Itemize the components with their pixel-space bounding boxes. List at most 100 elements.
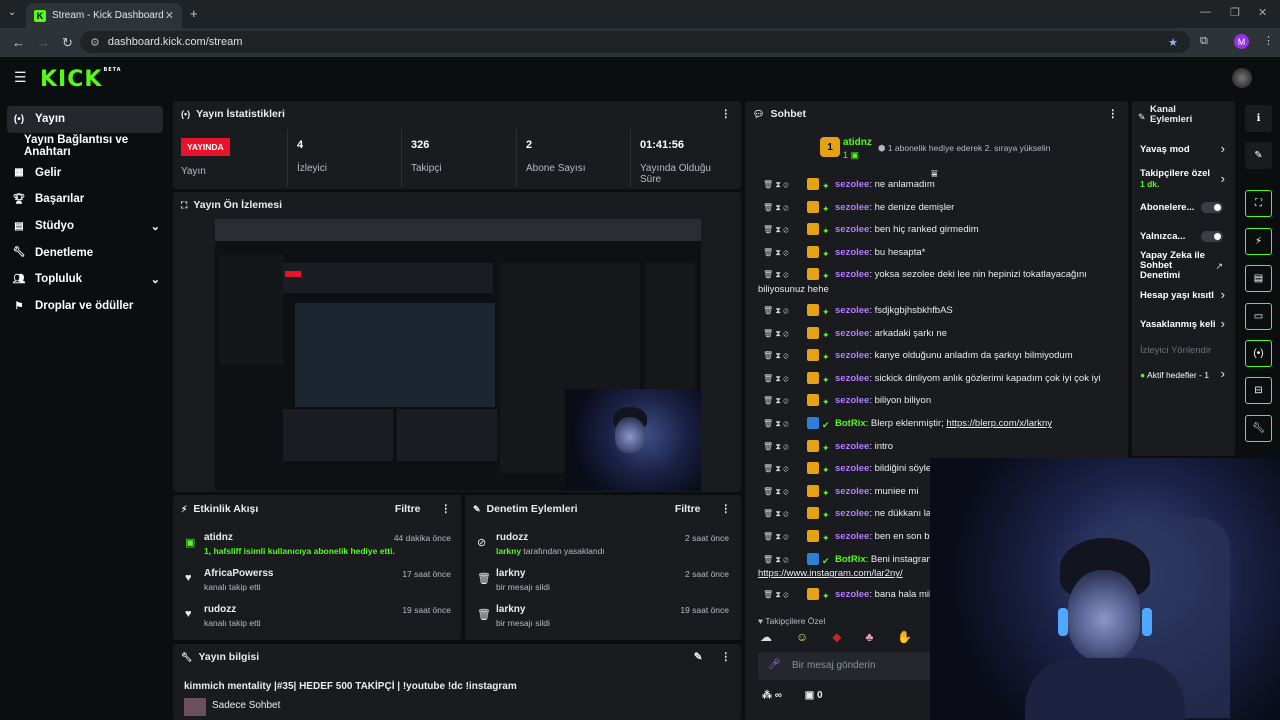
mod-tools-icon[interactable]: 🗑︎ ⧗ ⊘ — [763, 304, 788, 318]
action-subscribers-only[interactable]: Abonelere... — [1140, 202, 1194, 213]
emote-icon[interactable]: ♣ — [866, 630, 898, 644]
chat-username[interactable]: sezolee — [835, 463, 869, 474]
fullscreen-icon[interactable]: ⛶ — [1245, 190, 1272, 217]
profile-avatar[interactable]: M — [1234, 34, 1249, 49]
external-link-icon[interactable]: ↗ — [1215, 261, 1223, 272]
action-emotes-only[interactable]: Yalnızca... — [1140, 231, 1185, 242]
emote-icon[interactable]: ☺ — [796, 630, 832, 644]
back-icon[interactable]: ← — [12, 35, 25, 50]
mod-tools-icon[interactable]: 🗑︎ ⧗ ⊘ — [763, 178, 788, 192]
more-options-icon[interactable]: ⋮ — [721, 651, 732, 663]
mod-tools-icon[interactable]: 🗑︎ ⧗ ⊘ — [763, 349, 788, 363]
lightning-icon[interactable]: ⚡︎ — [1245, 228, 1272, 255]
mod-tools-icon[interactable]: 🗑︎ ⧗ ⊘ — [763, 417, 788, 431]
mod-tools-icon[interactable]: 🗑︎ ⧗ ⊘ — [763, 507, 788, 521]
action-account-age[interactable]: Hesap yaşı kısıtl — [1140, 290, 1214, 301]
extensions-icon[interactable]: ⧉ — [1200, 35, 1208, 48]
chat-username[interactable]: sezolee — [835, 589, 869, 600]
mod-tools-icon[interactable]: 🗑︎ ⧗ ⊘ — [763, 327, 788, 341]
sidebar-item-basarilar[interactable]: 🏆︎ Başarılar — [0, 186, 170, 213]
edit-icon[interactable]: ✎ — [1245, 142, 1272, 169]
chat-link[interactable]: https://blerp.com/x/larkny — [946, 418, 1052, 429]
mod-tools-icon[interactable]: 🗑︎ ⧗ ⊘ — [763, 201, 788, 215]
url-field[interactable]: ⚙ dashboard.kick.com/stream ★ — [80, 31, 1190, 53]
close-window-icon[interactable]: ✕ — [1258, 6, 1267, 19]
kick-logo[interactable]: KICKBETA — [40, 67, 122, 92]
chat-username[interactable]: sezolee — [835, 441, 869, 452]
sidebar-item-yayin[interactable]: (•) Yayın — [7, 106, 163, 133]
chat-username[interactable]: BotRix — [835, 418, 866, 429]
chat-username[interactable]: sezolee — [835, 350, 869, 361]
chevron-right-icon[interactable]: › — [1221, 141, 1225, 156]
more-options-icon[interactable]: ⋮ — [1108, 108, 1119, 120]
emote-icon[interactable]: ◆ — [832, 630, 865, 644]
mod-tools-icon[interactable]: 🗑︎ ⧗ ⊘ — [763, 530, 788, 544]
mod-tools-icon[interactable]: 🗑︎ ⧗ ⊘ — [763, 372, 788, 386]
pinned-user[interactable]: atidnz — [843, 137, 872, 148]
microphone-icon[interactable]: 🎤︎ — [768, 659, 781, 670]
chevron-right-icon[interactable]: › — [1221, 366, 1225, 381]
emotes-only-toggle[interactable] — [1201, 231, 1223, 242]
mod-tools-icon[interactable]: 🗑︎ ⧗ ⊘ — [763, 588, 788, 602]
chat-username[interactable]: sezolee — [835, 531, 869, 542]
site-info-icon[interactable]: ⚙ — [90, 36, 100, 49]
maximize-icon[interactable]: ❐ — [1230, 6, 1240, 19]
broadcast-icon[interactable]: (•) — [1245, 340, 1272, 367]
chat-username[interactable]: sezolee — [835, 269, 869, 280]
chat-username[interactable]: sezolee — [835, 202, 869, 213]
forward-icon[interactable]: → — [37, 35, 50, 50]
wrench-icon[interactable]: 🔧︎ — [1245, 415, 1272, 442]
layout-icon[interactable]: ⊟ — [1245, 377, 1272, 404]
close-tab-icon[interactable]: ✕ — [165, 9, 174, 22]
chat-username[interactable]: sezolee — [835, 508, 869, 519]
stream-preview-video[interactable] — [215, 219, 701, 491]
hamburger-menu-icon[interactable]: ☰ — [14, 69, 27, 86]
sidebar-item-denetleme[interactable]: 🔧︎ Denetleme — [0, 239, 170, 266]
gift-icon[interactable]: ⁂ — [762, 690, 772, 701]
category-name[interactable]: Sadece Sohbet — [212, 700, 280, 711]
action-banned-words[interactable]: Yasaklanmış keli — [1140, 319, 1216, 330]
minimize-icon[interactable]: — — [1200, 6, 1211, 18]
sub-gift-icon[interactable]: ▣ — [805, 690, 814, 701]
browser-tab[interactable]: K Stream - Kick Dashboard ✕ — [26, 3, 182, 28]
chat-username[interactable]: sezolee — [835, 395, 869, 406]
reload-icon[interactable]: ↻ — [62, 35, 73, 51]
chat-username[interactable]: sezolee — [835, 328, 869, 339]
sidebar-item-topluluk[interactable]: 👥︎ Topluluk ⌄ — [0, 266, 170, 293]
mod-tools-icon[interactable]: 🗑︎ ⧗ ⊘ — [763, 462, 788, 476]
more-options-icon[interactable]: ⋮ — [721, 503, 732, 515]
chat-username[interactable]: sezolee — [835, 224, 869, 235]
filter-button[interactable]: Filtre — [675, 503, 701, 515]
more-options-icon[interactable]: ⋮ — [441, 503, 452, 515]
action-followers-only[interactable]: Takipçilere özel 1 dk. — [1140, 168, 1210, 190]
mod-tools-icon[interactable]: 🗑︎ ⧗ ⊘ — [763, 485, 788, 499]
chat-username[interactable]: sezolee — [835, 373, 869, 384]
action-active-goals[interactable]: ● Aktif hedefler - 1 — [1140, 370, 1209, 380]
action-slow-mode[interactable]: Yavaş mod — [1140, 144, 1190, 155]
sidebar-item-studyo[interactable]: ▤ Stüdyo ⌄ — [0, 213, 170, 240]
chat-username[interactable]: sezolee — [835, 179, 869, 190]
subscribers-only-toggle[interactable] — [1201, 202, 1223, 213]
new-tab-icon[interactable]: + — [190, 6, 198, 21]
emote-icon[interactable]: ☁ — [760, 630, 796, 644]
chat-username[interactable]: sezolee — [835, 486, 869, 497]
mod-tools-icon[interactable]: 🗑︎ ⧗ ⊘ — [763, 268, 788, 282]
bookmark-star-icon[interactable]: ★ — [1168, 36, 1178, 49]
chat-username[interactable]: sezolee — [835, 247, 869, 258]
more-options-icon[interactable]: ⋮ — [721, 108, 732, 120]
filter-button[interactable]: Filtre — [395, 503, 421, 515]
mod-tools-icon[interactable]: 🗑︎ ⧗ ⊘ — [763, 440, 788, 454]
mod-tools-icon[interactable]: 🗑︎ ⧗ ⊘ — [763, 246, 788, 260]
info-icon[interactable]: ℹ — [1245, 105, 1272, 132]
sidebar-item-stream-key[interactable]: Yayın Bağlantısı ve Anahtarı — [0, 133, 170, 160]
chevron-right-icon[interactable]: › — [1221, 171, 1225, 186]
sidebar-item-droplar[interactable]: ⚑ Droplar ve ödüller — [0, 293, 170, 320]
tab-list-chevron-icon[interactable]: ⌄ — [8, 7, 16, 18]
edit-icon[interactable]: ✎ — [694, 651, 703, 663]
mod-tools-icon[interactable]: 🗑︎ ⧗ ⊘ — [763, 223, 788, 237]
chat-username[interactable]: BotRix — [835, 554, 866, 565]
chat-input[interactable]: 🎤︎ Bir mesaj gönderin — [758, 652, 938, 680]
mod-tools-icon[interactable]: 🗑︎ ⧗ ⊘ — [763, 394, 788, 408]
document-icon[interactable]: ▤ — [1245, 265, 1272, 292]
sidebar-item-gelir[interactable]: ▦ Gelir — [0, 159, 170, 186]
